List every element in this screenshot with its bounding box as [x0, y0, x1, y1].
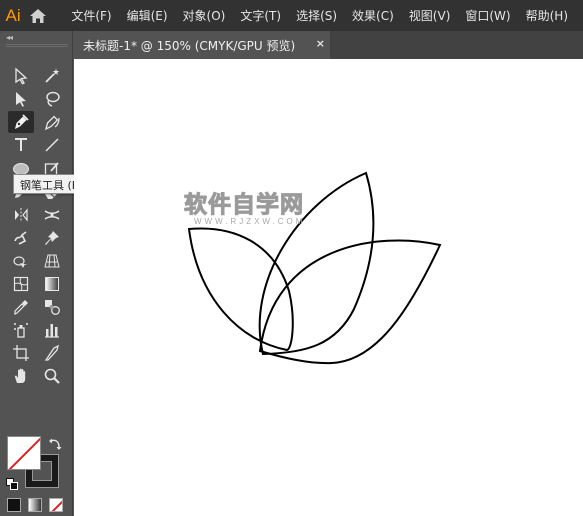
document-tab-bar: 未标题-1* @ 150% (CMYK/GPU 预览) ×: [74, 31, 583, 59]
menu-help[interactable]: 帮助(H): [526, 7, 568, 24]
menu-bar: Ai 文件(F) 编辑(E) 对象(O) 文字(T) 选择(S) 效果(C) 视…: [0, 0, 583, 31]
app-logo: Ai: [5, 5, 21, 25]
hand-tool-icon[interactable]: [8, 365, 34, 387]
symbol-sprayer-tool-icon[interactable]: [8, 319, 34, 341]
home-icon[interactable]: [26, 0, 49, 31]
zoom-tool-icon[interactable]: [39, 365, 65, 387]
direct-selection-tool-icon[interactable]: [8, 88, 34, 110]
lasso-tool-icon[interactable]: [39, 88, 65, 110]
menu-effect[interactable]: 效果(C): [352, 7, 394, 24]
toolbox: ◂◂ 钢笔工具 (P): [0, 31, 90, 516]
perspective-grid-tool-icon[interactable]: [39, 250, 65, 272]
curvature-tool-icon[interactable]: [39, 111, 65, 133]
mesh-tool-icon[interactable]: [8, 273, 34, 295]
column-graph-tool-icon[interactable]: [39, 319, 65, 341]
default-fill-stroke-icon[interactable]: [6, 475, 18, 490]
artboard-canvas[interactable]: 软件自学网 WWW.RJZXW.COM: [74, 59, 583, 516]
pen-tool-icon[interactable]: [8, 111, 34, 133]
eyedropper-tool-icon[interactable]: [8, 296, 34, 318]
menu-view[interactable]: 视图(V): [409, 7, 451, 24]
pin-tool-icon[interactable]: [39, 227, 65, 249]
swap-fill-stroke-icon[interactable]: [48, 436, 62, 450]
left-petal-path[interactable]: [187, 227, 294, 352]
menu-type[interactable]: 文字(T): [240, 7, 281, 24]
collapse-toolbox-button[interactable]: ◂◂: [6, 33, 13, 42]
toolbox-grip[interactable]: [6, 44, 68, 47]
color-mode-icon[interactable]: [7, 498, 21, 512]
type-tool-icon[interactable]: [8, 134, 34, 156]
selection-tool-icon[interactable]: [8, 65, 34, 87]
slice-tool-icon[interactable]: [39, 342, 65, 364]
close-tab-icon[interactable]: ×: [316, 37, 325, 50]
watermark: 软件自学网 WWW.RJZXW.COM: [184, 192, 314, 227]
fill-color-swatch[interactable]: [7, 436, 41, 470]
gradient-tool-icon[interactable]: [39, 273, 65, 295]
none-color-icon: [8, 437, 40, 469]
magic-wand-tool-icon[interactable]: [39, 65, 65, 87]
menu-file[interactable]: 文件(F): [71, 7, 111, 24]
artboard-tool-icon[interactable]: [8, 342, 34, 364]
gradient-mode-icon[interactable]: [28, 498, 42, 512]
none-mode-icon[interactable]: [49, 498, 63, 512]
main-menu: 文件(F) 编辑(E) 对象(O) 文字(T) 选择(S) 效果(C) 视图(V…: [71, 7, 583, 24]
document-tab[interactable]: 未标题-1* @ 150% (CMYK/GPU 预览) ×: [74, 31, 330, 59]
reflect-tool-icon[interactable]: [8, 204, 34, 226]
watermark-title: 软件自学网: [184, 192, 304, 218]
menu-select[interactable]: 选择(S): [296, 7, 337, 24]
line-segment-tool-icon[interactable]: [39, 134, 65, 156]
right-petal-path[interactable]: [258, 239, 442, 365]
menu-window[interactable]: 窗口(W): [465, 7, 510, 24]
blend-tool-icon[interactable]: [39, 296, 65, 318]
width-tool-icon[interactable]: [39, 204, 65, 226]
shape-builder-tool-icon[interactable]: [8, 250, 34, 272]
watermark-url: WWW.RJZXW.COM: [194, 217, 306, 226]
puppet-warp-tool-icon[interactable]: [8, 227, 34, 249]
menu-edit[interactable]: 编辑(E): [127, 7, 168, 24]
flower-artwork[interactable]: [74, 59, 583, 516]
menu-object[interactable]: 对象(O): [183, 7, 226, 24]
document-tab-title: 未标题-1* @ 150% (CMYK/GPU 预览): [83, 38, 296, 53]
